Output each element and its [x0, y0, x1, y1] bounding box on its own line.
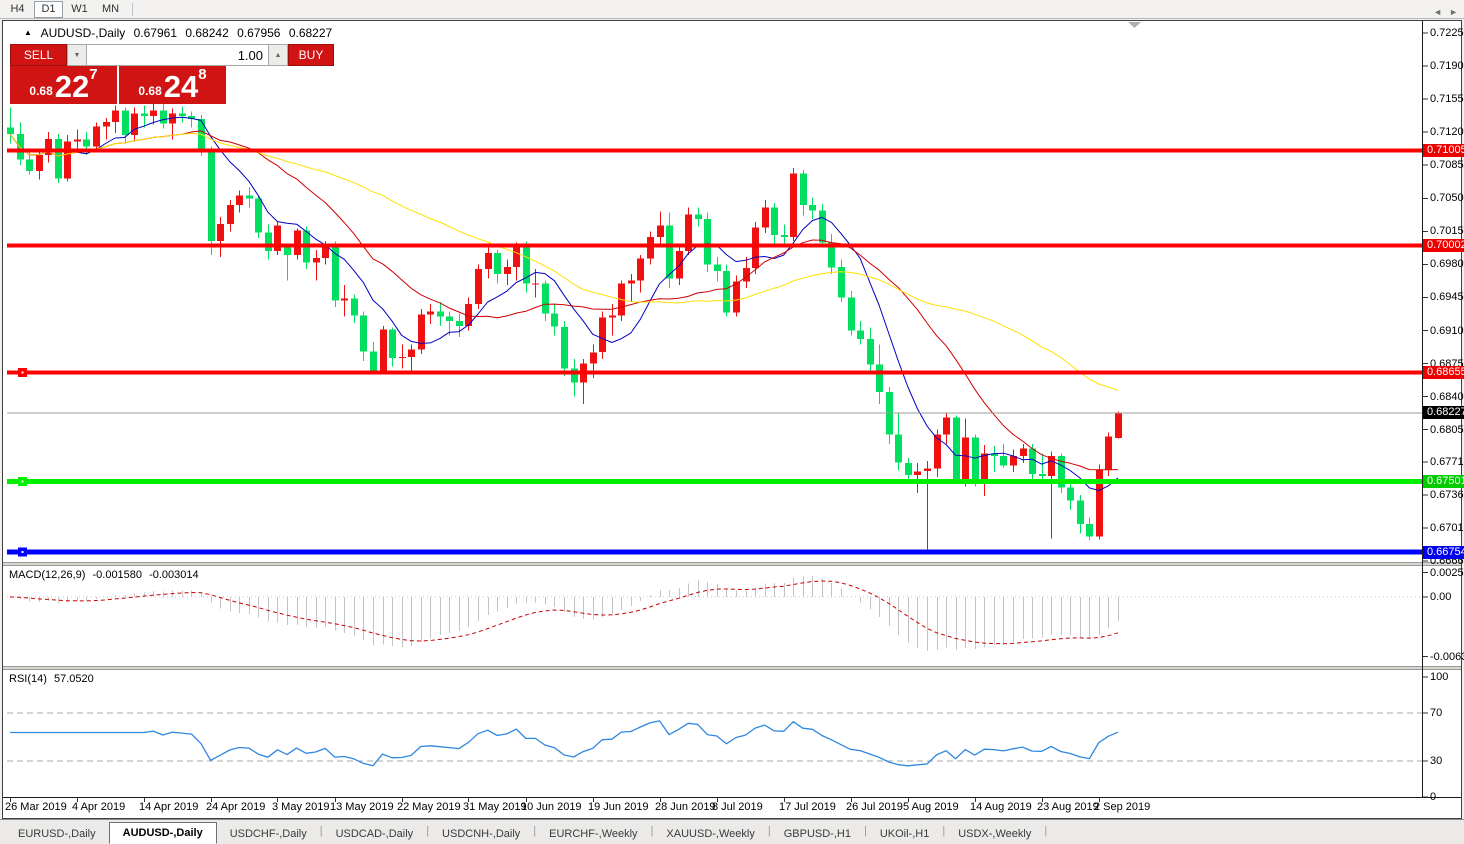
tabs-scroll-left-icon[interactable]: ◄ — [1433, 7, 1442, 17]
ohlc-low: 0.67956 — [237, 26, 281, 40]
tab-eurusd-daily[interactable]: EURUSD-,Daily — [5, 825, 109, 844]
symbol-tab-bar: EURUSD-,Daily AUDUSD-,Daily USDCHF-,Daily |… — [0, 819, 1464, 844]
macd-label: MACD(12,26,9) -0.001580 -0.003014 — [9, 569, 203, 581]
rsi-value: 57.0520 — [53, 673, 94, 685]
sell-price-big: 22 — [54, 69, 90, 104]
tab-usdcnh-daily[interactable]: USDCNH-,Daily — [429, 825, 533, 844]
tabs-scroll-right-icon[interactable]: ► — [1449, 7, 1458, 17]
volume-decrease-button[interactable]: ▼ — [67, 44, 87, 66]
tab-eurchf-weekly[interactable]: EURCHF-,Weekly — [536, 825, 650, 844]
time-scale[interactable] — [3, 798, 1461, 818]
tab-audusd-daily[interactable]: AUDUSD-,Daily — [108, 822, 217, 844]
tab-ukoil-h1[interactable]: UKOil-,H1 — [867, 825, 943, 844]
timeframe-button-w1[interactable]: W1 — [65, 1, 94, 18]
macd-main-value: -0.001580 — [92, 569, 143, 581]
tab-usdx-weekly[interactable]: USDX-,Weekly — [945, 825, 1044, 844]
toolbar-separator — [132, 2, 133, 16]
buy-button[interactable]: BUY — [288, 44, 334, 66]
chart-window — [2, 20, 1462, 819]
sell-price-pip: 7 — [89, 66, 98, 83]
sell-price-prefix: 0.68 — [29, 84, 53, 98]
one-click-trading-panel: SELL ▼ ▲ BUY 0.68 22 7 0.68 24 8 — [10, 44, 334, 104]
volume-input[interactable] — [87, 44, 268, 66]
sell-price-panel[interactable]: 0.68 22 7 — [10, 66, 117, 104]
buy-price-prefix: 0.68 — [138, 84, 162, 98]
buy-price-pip: 8 — [198, 66, 207, 83]
sell-button[interactable]: SELL — [10, 44, 67, 66]
price-scale[interactable] — [1423, 21, 1464, 797]
timeframe-button-h4[interactable]: H4 — [3, 1, 32, 18]
tab-gbpusd-h1[interactable]: GBPUSD-,H1 — [771, 825, 864, 844]
chart-symbol-label: AUDUSD-,Daily — [40, 26, 126, 40]
rsi-name: RSI(14) — [9, 673, 47, 685]
ohlc-open: 0.67961 — [133, 26, 178, 40]
timeframe-button-mn[interactable]: MN — [96, 1, 125, 18]
tab-usdcad-daily[interactable]: USDCAD-,Daily — [323, 825, 427, 844]
macd-signal-value: -0.003014 — [149, 569, 199, 581]
tab-xauusd-weekly[interactable]: XAUUSD-,Weekly — [653, 825, 767, 844]
buy-price-big: 24 — [163, 69, 199, 104]
tab-usdchf-daily[interactable]: USDCHF-,Daily — [217, 825, 320, 844]
trading-terminal: H4D1W1MN 0.722500.719000.715500.712000.7… — [0, 0, 1464, 844]
buy-price-panel[interactable]: 0.68 24 8 — [119, 66, 226, 104]
timeframe-toolbar: H4 D1 W1 MN — [0, 0, 1464, 19]
timeframe-button-d1[interactable]: D1 — [34, 0, 63, 18]
chart-title: ▲ AUDUSD-,Daily 0.67961 0.68242 0.67956 … — [24, 26, 337, 40]
rsi-label: RSI(14) 57.0520 — [9, 673, 98, 685]
ohlc-close: 0.68227 — [288, 26, 333, 40]
tab-separator: | — [1044, 825, 1048, 837]
ohlc-high: 0.68242 — [185, 26, 229, 40]
macd-name: MACD(12,26,9) — [9, 569, 86, 581]
collapse-panel-icon[interactable]: ▲ — [24, 28, 32, 37]
volume-increase-button[interactable]: ▲ — [268, 44, 288, 66]
